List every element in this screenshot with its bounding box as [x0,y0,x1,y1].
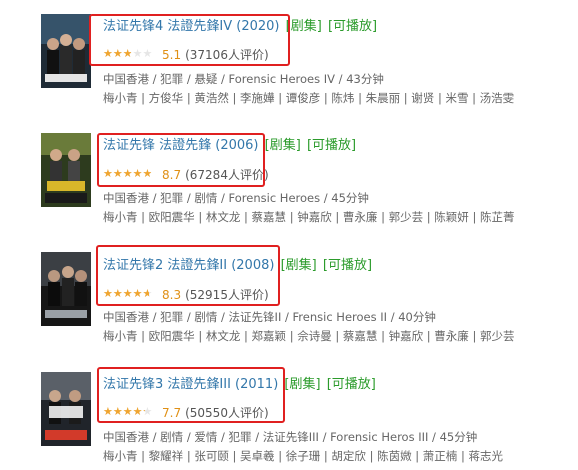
cast-list: 梅小青 | 欧阳震华 | 林文龙 | 郑嘉颖 | 佘诗曼 | 蔡嘉慧 | 钟嘉欣… [103,329,515,343]
series-tag[interactable]: [剧集] [284,377,320,392]
movie-info: 中国香港 / 剧情 / 爱情 / 犯罪 / 法证先锋III / Forensic… [103,430,478,444]
series-tag[interactable]: [剧集] [281,258,317,273]
movie-info: 中国香港 / 犯罪 / 剧情 / Forensic Heroes / 45分钟 [103,191,369,205]
poster-image[interactable] [41,372,91,446]
cast-list: 梅小青 | 方俊华 | 黄浩然 | 李施嬅 | 谭俊彦 | 陈炜 | 朱晨丽 |… [103,91,515,105]
series-tag[interactable]: [剧集] [265,138,301,153]
highlight-box [97,133,265,187]
series-tag[interactable]: [剧集] [286,19,322,34]
playable-tag[interactable]: [可播放] [327,377,376,392]
highlight-box [97,367,285,423]
movie-info: 中国香港 / 犯罪 / 悬疑 / Forensic Heroes IV / 43… [103,72,384,86]
highlight-box [89,14,290,66]
playable-tag[interactable]: [可播放] [307,138,356,153]
poster-image[interactable] [41,133,91,207]
playable-tag[interactable]: [可播放] [328,19,377,34]
playable-tag[interactable]: [可播放] [323,258,372,273]
poster-image[interactable] [41,14,91,88]
cast-list: 梅小青 | 欧阳震华 | 林文龙 | 蔡嘉慧 | 钟嘉欣 | 曹永廉 | 郭少芸… [103,210,515,224]
movie-info: 中国香港 / 犯罪 / 剧情 / 法证先锋II / Frensic Heroes… [103,310,436,324]
poster-image[interactable] [41,252,91,326]
cast-list: 梅小青 | 黎耀祥 | 张可颐 | 吴卓羲 | 徐子珊 | 胡定欣 | 陈茵媺 … [103,449,503,463]
highlight-box [96,245,280,306]
